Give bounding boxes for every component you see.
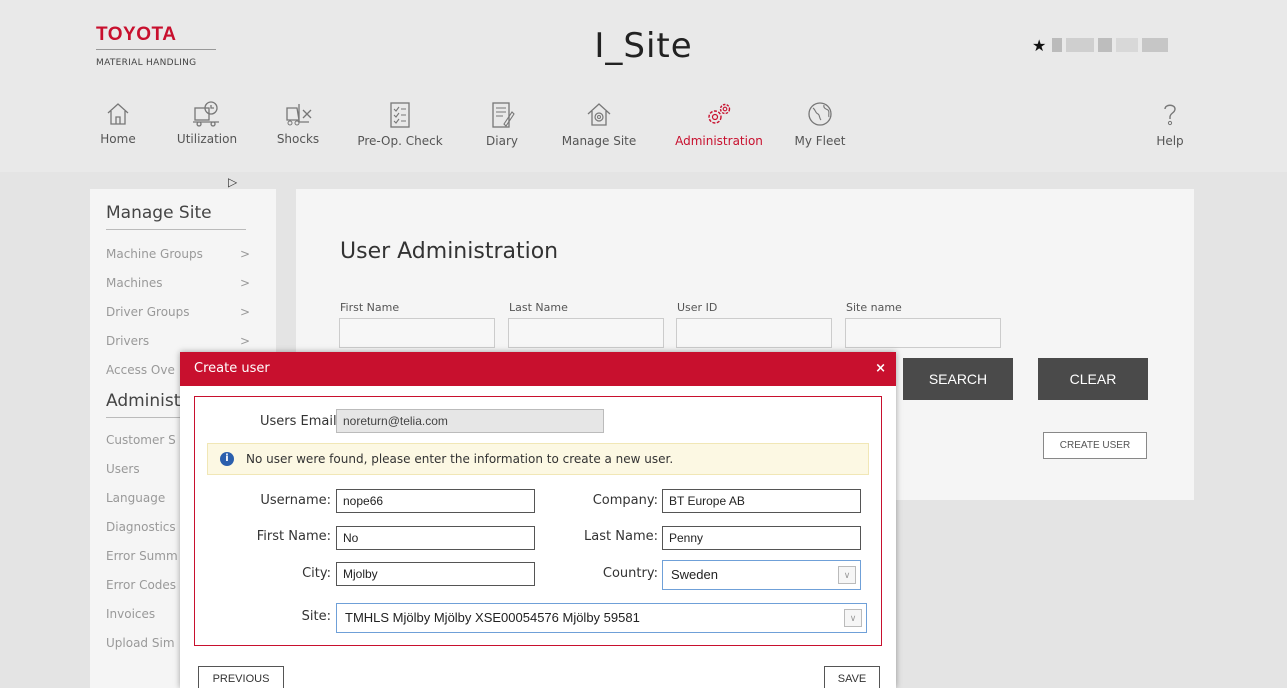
site-value: TMHLS Mjölby Mjölby XSE00054576 Mjölby 5… [345, 610, 640, 625]
checklist-icon [390, 102, 410, 128]
nav-label: Pre-Op. Check [357, 134, 443, 148]
nav-label: Manage Site [561, 134, 637, 148]
nav-item-pre-op-check[interactable]: Pre-Op. Check [356, 100, 444, 148]
search-button[interactable]: SEARCH [903, 358, 1013, 400]
previous-button[interactable]: PREVIOUS [198, 666, 284, 688]
mouse-cursor-icon: ▷ [228, 175, 238, 189]
nav-label: Help [1156, 134, 1184, 148]
sidebar-heading-manage-site: Manage Site [106, 203, 246, 230]
user-id-input[interactable] [676, 318, 832, 348]
sidebar-item-driver-groups[interactable]: Driver Groups > [106, 298, 250, 327]
username-field[interactable]: nope66 [336, 489, 535, 513]
nav-item-help[interactable]: Help [1150, 100, 1190, 148]
sidebar-item-label: Machines [106, 276, 163, 290]
sidebar-item-label: Diagnostics [106, 520, 176, 534]
sidebar-item-label: Machine Groups [106, 247, 203, 261]
sidebar-item-label: Error Codes [106, 578, 177, 592]
info-message: i No user were found, please enter the i… [207, 443, 869, 475]
home-icon [107, 103, 129, 125]
sidebar-item-machines[interactable]: Machines > [106, 269, 250, 298]
sidebar-item-label: Drivers [106, 334, 150, 348]
chevron-right-icon: > [239, 305, 250, 319]
sidebar-item-machine-groups[interactable]: Machine Groups > [106, 240, 250, 269]
nav-item-manage-site[interactable]: Manage Site [560, 100, 638, 148]
site-name-input[interactable] [845, 318, 1001, 348]
sidebar-item-label: Customer S [106, 433, 176, 447]
info-text: No user were found, please enter the inf… [246, 452, 674, 466]
save-button[interactable]: SAVE [824, 666, 880, 688]
city-label: City: [302, 566, 331, 581]
dialog-header: Create user × [180, 352, 896, 386]
nav-item-administration[interactable]: Administration [672, 100, 766, 148]
city-field[interactable]: Mjolby [336, 562, 535, 586]
chevron-right-icon: > [239, 276, 250, 290]
sidebar-item-label: Language [106, 491, 166, 505]
info-icon: i [220, 452, 234, 466]
sidebar-item-label: Invoices [106, 607, 156, 621]
dialog-title: Create user [194, 361, 270, 376]
create-user-dialog: Create user × Users Email: noreturn@teli… [180, 352, 896, 688]
diary-icon [492, 102, 515, 128]
dialog-form: Users Email: noreturn@telia.com i No use… [194, 396, 882, 646]
user-id-label: User ID [677, 301, 718, 314]
nav-item-my-fleet[interactable]: My Fleet [792, 100, 848, 148]
nav-label: Diary [486, 134, 518, 148]
star-icon[interactable]: ★ [1032, 36, 1046, 55]
last-name-label: Last Name: [584, 529, 658, 544]
nav-item-shocks[interactable]: Shocks [276, 100, 320, 146]
sidebar-item-label: Error Summ [106, 549, 178, 563]
question-icon [1164, 104, 1176, 126]
company-label: Company: [592, 493, 658, 508]
create-user-button[interactable]: CREATE USER [1043, 432, 1147, 459]
chevron-right-icon: > [239, 247, 250, 261]
first-name-label: First Name: [256, 529, 331, 544]
nav-item-utilization[interactable]: Utilization [174, 100, 240, 146]
site-label: Site: [301, 609, 331, 624]
first-name-input[interactable] [339, 318, 495, 348]
nav-label: Shocks [276, 132, 320, 146]
country-select[interactable]: Sweden ∨ [662, 560, 861, 590]
chevron-down-icon: ∨ [844, 609, 862, 627]
manage-site-icon [587, 103, 611, 126]
country-label: Country: [602, 566, 658, 581]
company-field[interactable]: BT Europe AB [662, 489, 861, 513]
site-name-label: Site name [846, 301, 902, 314]
main-nav: Home Utilization Shocks Pre-Op. Check Di… [0, 100, 1287, 160]
sidebar-item-label: Access Ove [106, 363, 175, 377]
nav-label: Administration [675, 134, 763, 148]
page-title: User Administration [340, 239, 559, 264]
utilization-icon [193, 101, 219, 127]
email-field: noreturn@telia.com [336, 409, 604, 433]
email-label: Users Email: [260, 414, 341, 429]
nav-item-home[interactable]: Home [98, 100, 138, 146]
globe-icon [808, 102, 832, 126]
last-name-label: Last Name [509, 301, 568, 314]
chevron-down-icon: ∨ [838, 566, 856, 584]
country-value: Sweden [671, 567, 718, 582]
sidebar-item-label: Users [106, 462, 140, 476]
first-name-label: First Name [340, 301, 400, 314]
clear-button[interactable]: CLEAR [1038, 358, 1148, 400]
header: TOYOTA MATERIAL HANDLING I_Site ★ Home U… [0, 0, 1287, 172]
first-name-field[interactable]: No [336, 526, 535, 550]
site-select[interactable]: TMHLS Mjölby Mjölby XSE00054576 Mjölby 5… [336, 603, 867, 633]
nav-label: Utilization [176, 132, 238, 146]
nav-label: My Fleet [794, 134, 846, 148]
nav-label: Home [100, 132, 136, 146]
last-name-field[interactable]: Penny [662, 526, 861, 550]
nav-item-diary[interactable]: Diary [484, 100, 520, 148]
user-info-blurred[interactable] [1052, 38, 1172, 56]
sidebar-item-label: Driver Groups [106, 305, 190, 319]
gears-icon [708, 103, 731, 124]
shocks-icon [286, 104, 312, 126]
username-label: Username: [260, 493, 331, 508]
last-name-input[interactable] [508, 318, 664, 348]
close-icon[interactable]: × [875, 352, 886, 386]
sidebar-item-label: Upload Sim [106, 636, 175, 650]
